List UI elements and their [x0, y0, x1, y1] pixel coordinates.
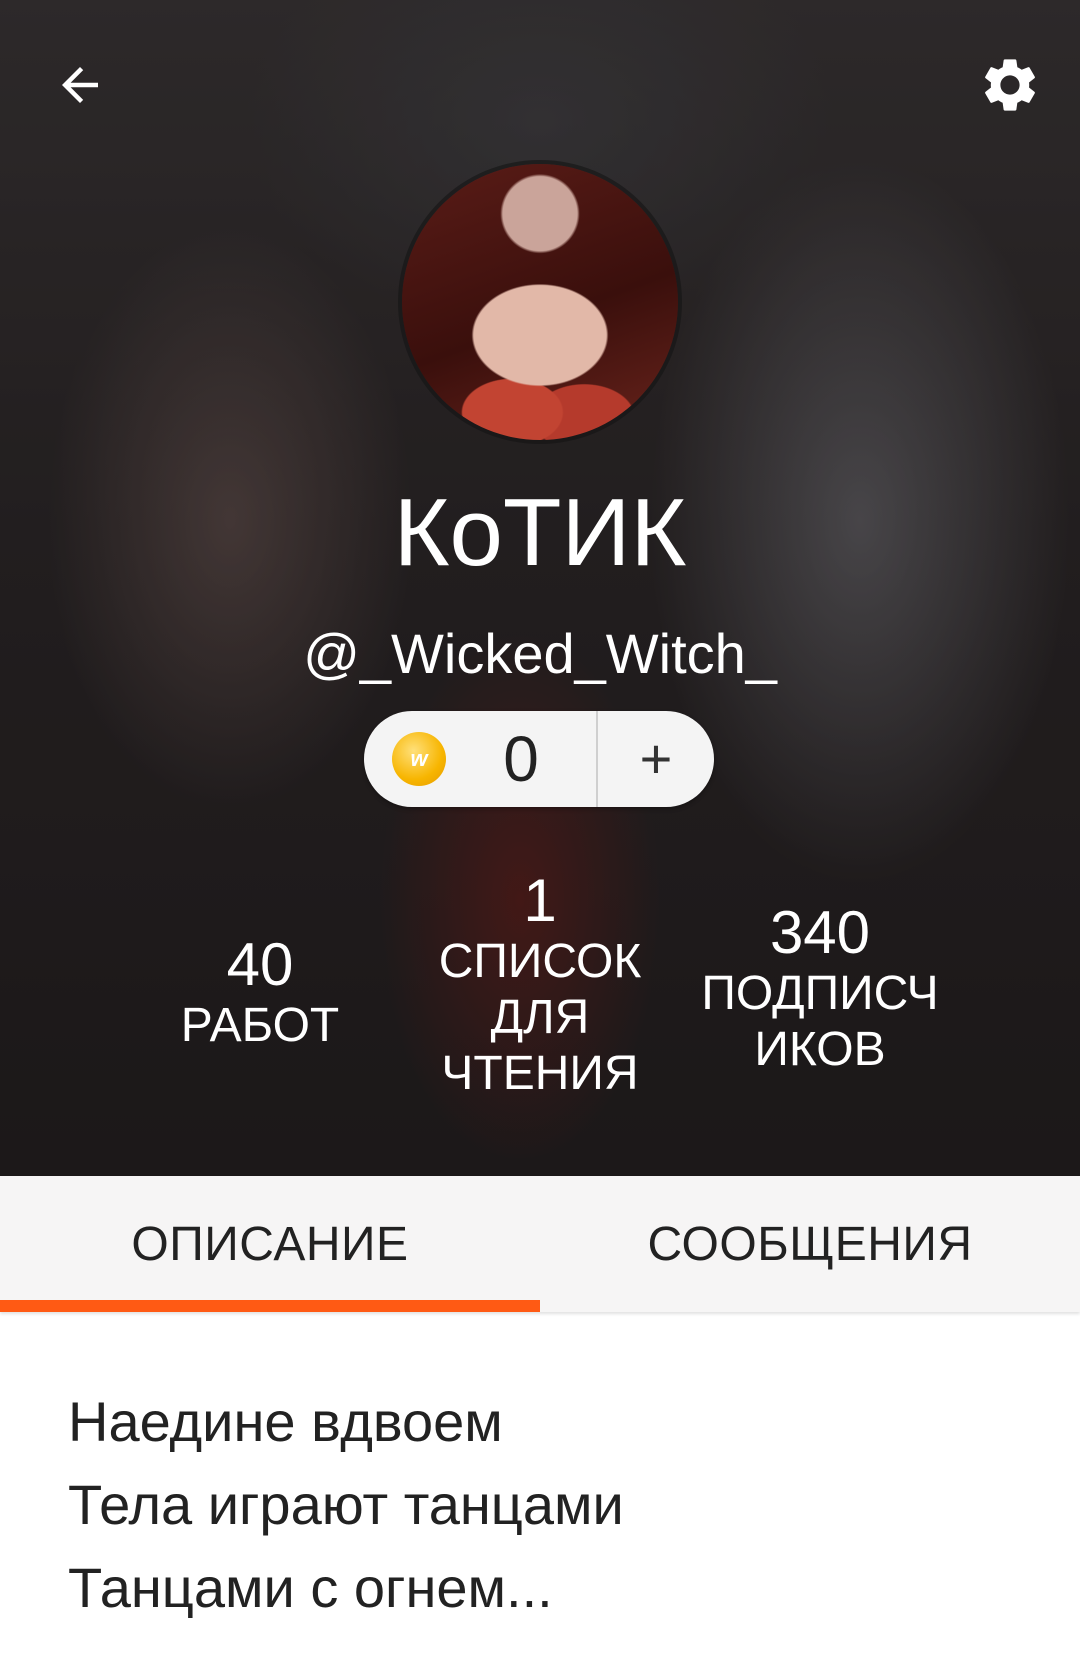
settings-button[interactable]	[970, 45, 1050, 125]
stat-works[interactable]: 40 РАБОТ	[160, 932, 360, 1054]
profile-header: КоТИК @_Wicked_Witch_ w 0 + 40 РАБОТ 1 С…	[0, 0, 1080, 1176]
description-line: Наедине вдвоем	[68, 1390, 503, 1453]
profile-description: Наедине вдвоем Тела играют танцами Танца…	[68, 1380, 1028, 1629]
coin-w-icon: w	[392, 732, 446, 786]
back-button[interactable]	[40, 45, 120, 125]
coin-value: 0	[503, 723, 539, 795]
stat-followers-label-line2: ИКОВ	[754, 1023, 886, 1076]
username: @_Wicked_Witch_	[303, 622, 777, 685]
display-name: КоТИК	[393, 479, 687, 586]
stat-followers-value: 340	[769, 899, 871, 966]
description-line: Тела играют танцами	[68, 1473, 624, 1536]
stat-followers-label-line1: ПОДПИСЧ	[701, 967, 939, 1020]
arrow-left-icon	[62, 67, 98, 103]
tab-description[interactable]: ОПИСАНИЕ	[0, 1176, 540, 1312]
stat-reading-lists-label-line3: ЧТЕНИЯ	[441, 1047, 639, 1100]
stat-works-label: РАБОТ	[180, 999, 340, 1052]
add-coins-button[interactable]: +	[598, 711, 714, 807]
stat-reading-lists-label-line2: ДЛЯ	[490, 991, 590, 1044]
coin-balance[interactable]: w 0 +	[364, 711, 714, 807]
stat-reading-lists-value: 1	[523, 867, 557, 934]
gear-icon	[985, 59, 1035, 111]
stat-followers[interactable]: 340 ПОДПИСЧ ИКОВ	[690, 900, 950, 1078]
stat-reading-lists-label-line1: СПИСОК	[438, 935, 642, 988]
description-line: Танцами с огнем...	[68, 1556, 553, 1619]
avatar[interactable]	[402, 164, 678, 440]
stat-works-value: 40	[226, 931, 294, 998]
profile-tabs: ОПИСАНИЕ СООБЩЕНИЯ	[0, 1176, 1080, 1312]
stat-reading-lists[interactable]: 1 СПИСОК ДЛЯ ЧТЕНИЯ	[420, 868, 660, 1102]
tab-messages[interactable]: СООБЩЕНИЯ	[540, 1176, 1080, 1312]
